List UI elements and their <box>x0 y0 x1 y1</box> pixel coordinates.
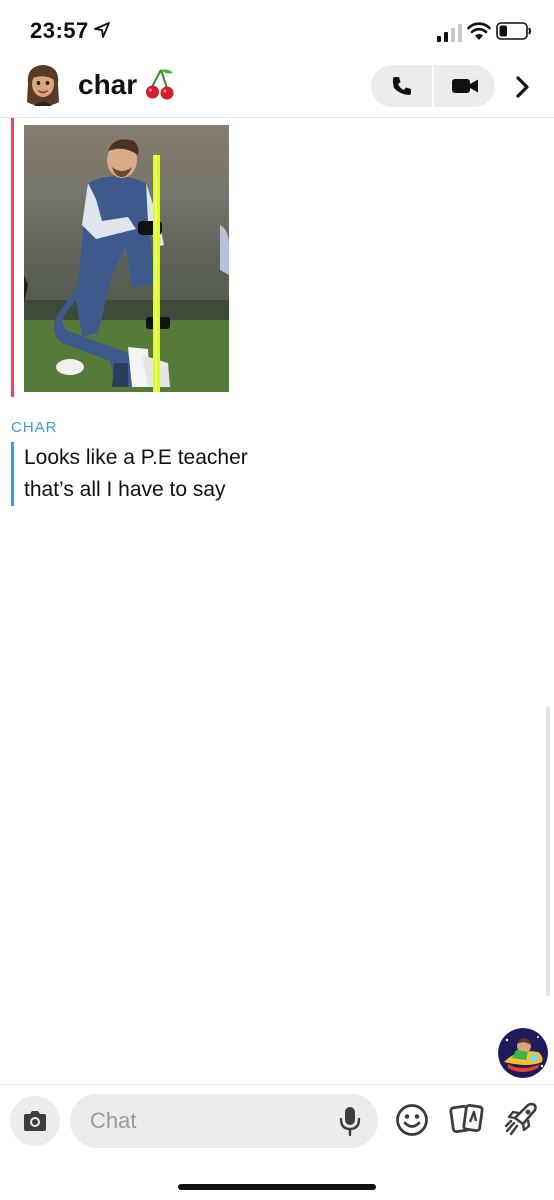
video-call-button[interactable] <box>434 65 495 107</box>
bitmoji-avatar-icon[interactable] <box>22 62 64 110</box>
status-time: 23:57 <box>30 18 89 43</box>
sender-name: CHAR <box>11 419 58 436</box>
status-bar: 23:57 <box>0 0 554 60</box>
chat-input[interactable] <box>70 1094 378 1148</box>
wifi-icon <box>467 22 491 40</box>
message-line: that’s all I have to say <box>24 478 226 501</box>
location-arrow-icon <box>94 22 110 38</box>
composer-bar <box>0 1084 554 1200</box>
phone-icon <box>392 77 411 95</box>
bitmoji-rocket-icon <box>498 1028 548 1078</box>
camera-icon <box>24 1111 46 1131</box>
rocket-icon[interactable] <box>503 1100 539 1138</box>
message-line: Looks like a P.E teacher <box>24 446 248 469</box>
call-button-group <box>371 65 495 107</box>
bitmoji-rocket-button[interactable] <box>498 1028 548 1078</box>
home-indicator[interactable] <box>178 1184 376 1190</box>
smiley-icon[interactable] <box>395 1103 429 1137</box>
shared-photo[interactable] <box>24 125 229 392</box>
video-camera-icon <box>451 79 478 93</box>
photo-icon <box>24 125 229 392</box>
voice-call-button[interactable] <box>371 65 432 107</box>
their-message-accent-bar <box>11 442 14 506</box>
chat-header: char <box>0 60 554 118</box>
chat-title[interactable]: char <box>78 69 137 101</box>
chevron-right-icon <box>516 76 529 98</box>
cards-icon[interactable] <box>449 1101 485 1137</box>
cellular-signal-icon <box>437 24 462 42</box>
microphone-icon[interactable] <box>338 1105 362 1137</box>
scrollbar[interactable] <box>546 706 550 996</box>
profile-chevron-button[interactable] <box>508 72 538 102</box>
camera-button[interactable] <box>10 1096 60 1146</box>
message-text[interactable]: Looks like a P.E teacher that’s all I ha… <box>24 442 424 506</box>
cherry-icon <box>146 69 174 100</box>
my-message-accent-bar <box>11 118 14 397</box>
battery-icon <box>496 22 531 40</box>
